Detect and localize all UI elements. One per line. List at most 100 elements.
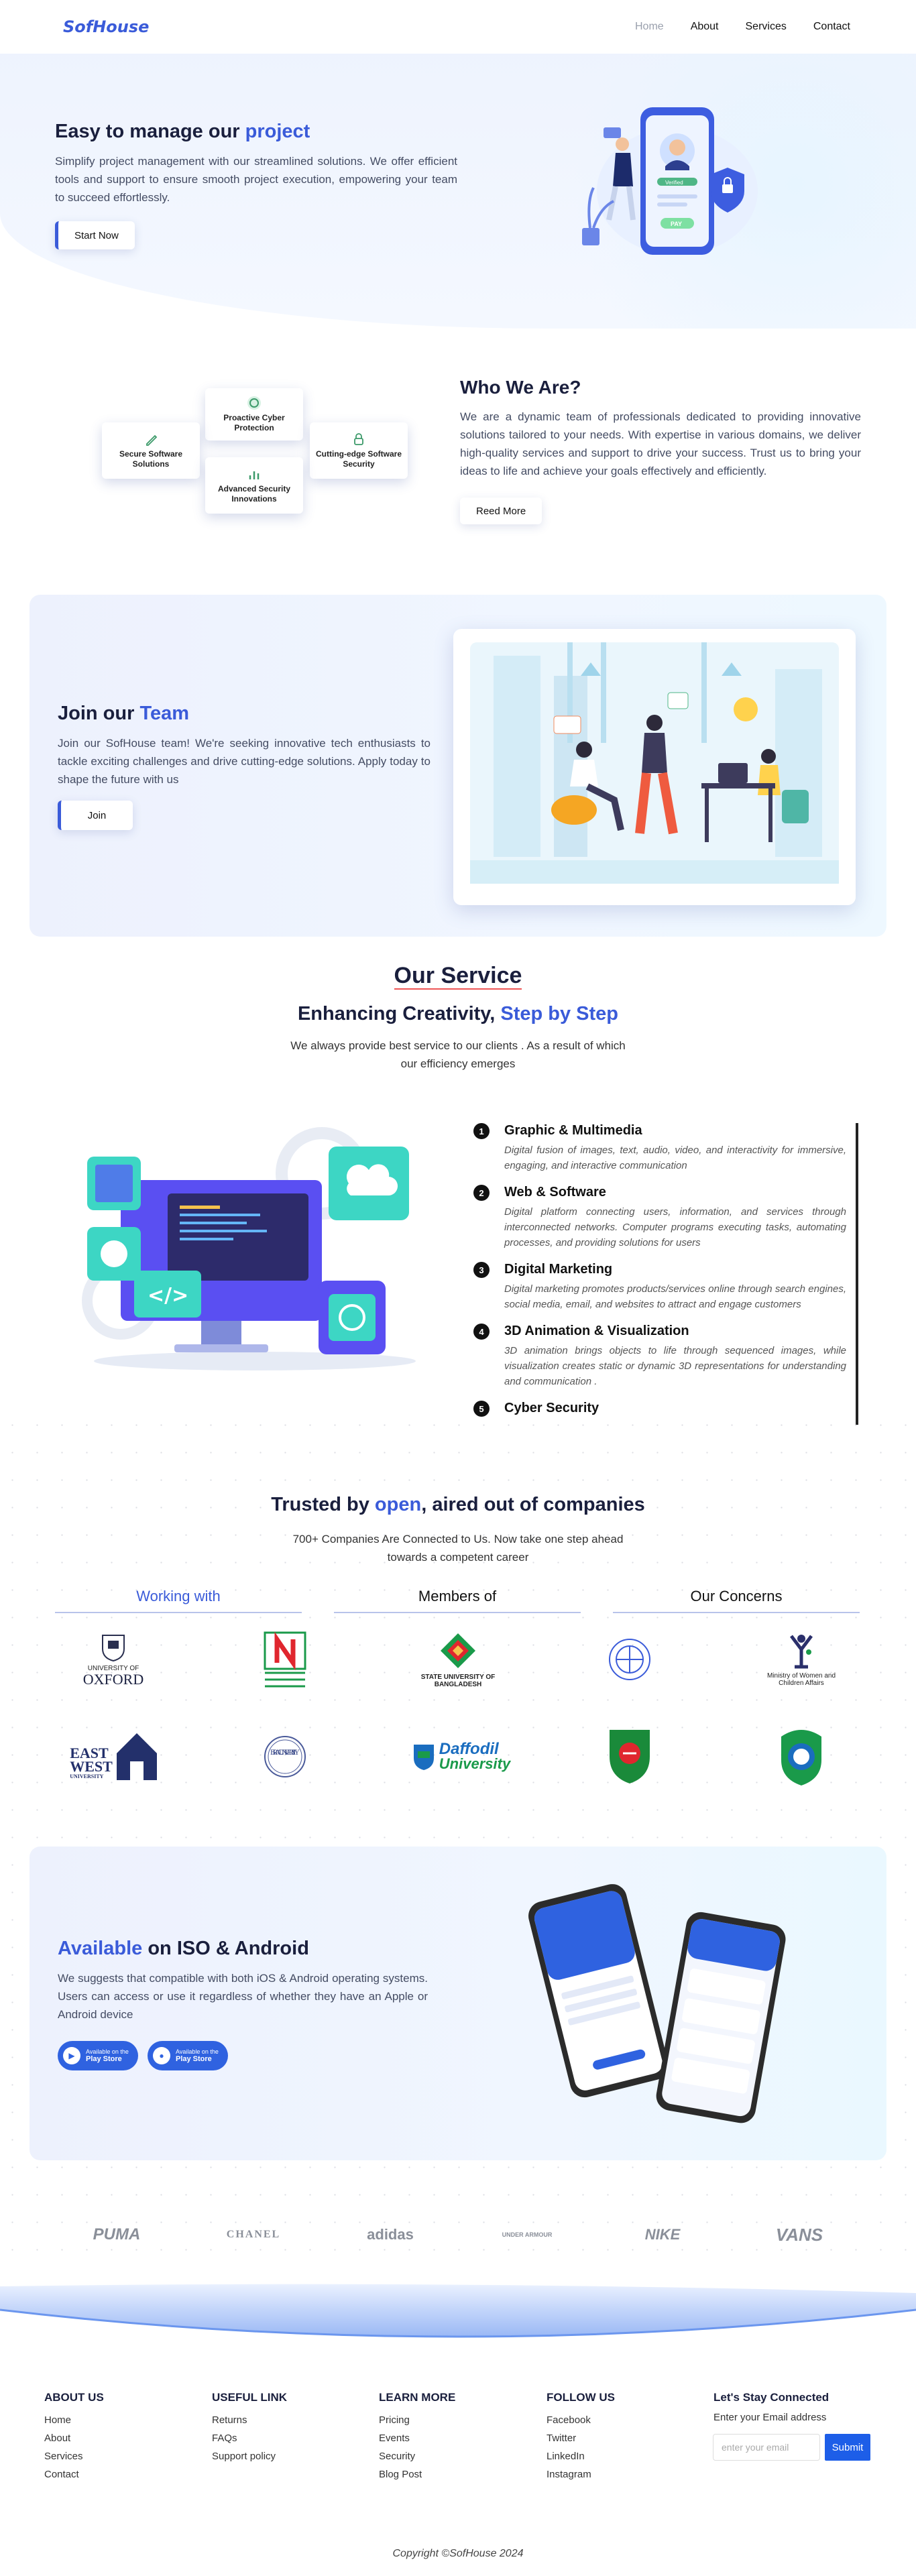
apple-icon: ● bbox=[153, 2047, 170, 2064]
services-list[interactable]: 1 Graphic & Multimedia Digital fusion of… bbox=[471, 1123, 858, 1425]
service-item-text: 3D animation brings objects to life thro… bbox=[504, 1345, 846, 1387]
store-big-label: Play Store bbox=[176, 2055, 212, 2063]
feature-card-cutting-edge: Cutting-edge Software Security bbox=[310, 422, 408, 479]
bar-chart-icon bbox=[249, 471, 260, 479]
navbar: SofHouse Home About Services Contact bbox=[0, 0, 916, 54]
blue-green-emblem-logo bbox=[758, 1723, 845, 1790]
brand-adidas: adidas bbox=[367, 2226, 414, 2243]
tab-our-concerns[interactable]: Our Concerns bbox=[613, 1588, 860, 1613]
daffodil-mark: Daffodil University bbox=[412, 1741, 510, 1771]
footer-col-title: ABOUT US bbox=[44, 2391, 104, 2404]
app-store-button[interactable]: ● Available on the Play Store bbox=[148, 2041, 228, 2070]
feature-label: Cutting-edge Software Security bbox=[316, 449, 402, 469]
who-we-are-text: Who We Are? We are a dynamic team of pro… bbox=[460, 377, 861, 480]
feature-label: Secure Software Solutions bbox=[119, 449, 183, 469]
nav-services-link[interactable]: Services bbox=[746, 21, 787, 33]
footer-link-about[interactable]: About bbox=[44, 2429, 104, 2447]
nav-menu: Home About Services Contact bbox=[635, 21, 850, 33]
footer-link-events[interactable]: Events bbox=[379, 2429, 455, 2447]
crest-logo bbox=[586, 1626, 673, 1693]
phone-pay-text: PAY bbox=[671, 221, 682, 227]
service-title: Our Service bbox=[0, 963, 916, 990]
service-subtitle: Enhancing Creativity, Step by Step bbox=[0, 1003, 916, 1025]
join-title-a: Join our bbox=[58, 703, 140, 724]
ornate-crest-icon bbox=[609, 1639, 650, 1680]
footer-link-instagram[interactable]: Instagram bbox=[547, 2465, 615, 2483]
nav-home-link[interactable]: Home bbox=[635, 21, 664, 33]
hero-title: Easy to manage our project bbox=[55, 121, 457, 143]
hero-title-highlight: project bbox=[245, 121, 310, 142]
service-item: 2 Web & Software Digital platform connec… bbox=[471, 1185, 856, 1250]
brac-logo: BRAC UNIVERSITY bbox=[241, 1723, 329, 1790]
service-item-title: 3D Animation & Visualization bbox=[504, 1324, 689, 1338]
brac-emblem-text: BRAC UNIVERSITY bbox=[270, 1747, 300, 1757]
tab-members-of[interactable]: Members of bbox=[334, 1588, 581, 1613]
brand-logo[interactable]: SofHouse bbox=[63, 17, 149, 36]
start-now-button[interactable]: Start Now bbox=[55, 221, 135, 249]
join-button[interactable]: Join bbox=[58, 801, 133, 830]
footer-link-contact[interactable]: Contact bbox=[44, 2465, 104, 2483]
app-title: Available on ISO & Android bbox=[58, 1938, 428, 1960]
footer-link-faqs[interactable]: FAQs bbox=[212, 2429, 287, 2447]
footer-link-home[interactable]: Home bbox=[44, 2411, 104, 2429]
trusted-title-a: Trusted by bbox=[271, 1494, 375, 1515]
trusted-description: 700+ Companies Are Connected to Us. Now … bbox=[292, 1533, 624, 1564]
ministry-name: Ministry of Women and Children Affairs bbox=[766, 1672, 836, 1687]
join-text: Join our Team Join our SofHouse team! We… bbox=[58, 703, 431, 788]
state-university-logo: STATE UNIVERSITY OF BANGLADESH bbox=[414, 1626, 502, 1693]
step-number: 1 bbox=[473, 1123, 490, 1139]
play-store-button[interactable]: ▶ Available on the Play Store bbox=[58, 2041, 138, 2070]
brand-nike: NIKE bbox=[644, 2226, 681, 2243]
join-description: Join our SofHouse team! We're seeking in… bbox=[58, 737, 431, 786]
footer-link-twitter[interactable]: Twitter bbox=[547, 2429, 615, 2447]
daffodil-wordmark: Daffodil University bbox=[439, 1741, 510, 1771]
play-icon: ▶ bbox=[63, 2047, 80, 2064]
service-item: 5 Cyber Security bbox=[471, 1401, 856, 1417]
brand-vans: VANS bbox=[775, 2224, 823, 2245]
submit-button[interactable]: Submit bbox=[825, 2434, 870, 2461]
nav-about-link[interactable]: About bbox=[691, 21, 719, 33]
step-number: 4 bbox=[473, 1324, 490, 1340]
who-title: Who We Are? bbox=[460, 377, 581, 398]
services-illustration: </> bbox=[82, 1127, 416, 1370]
footer-link-security[interactable]: Security bbox=[379, 2447, 455, 2465]
service-item: 3 Digital Marketing Digital marketing pr… bbox=[471, 1262, 856, 1312]
east-west-wordmark: EAST WEST UNIVERSITY bbox=[70, 1746, 113, 1780]
footer-link-facebook[interactable]: Facebook bbox=[547, 2411, 615, 2429]
read-more-button[interactable]: Reed More bbox=[460, 497, 542, 524]
hero-title-a: Easy to manage our bbox=[55, 121, 245, 142]
oxford-logo: UNIVERSITY OF OXFORD bbox=[70, 1626, 157, 1693]
daffodil-logo: Daffodil University bbox=[401, 1723, 522, 1790]
team-illustration bbox=[453, 629, 856, 905]
feature-card-proactive: Proactive Cyber Protection bbox=[205, 388, 303, 441]
footer-link-support-policy[interactable]: Support policy bbox=[212, 2447, 287, 2465]
east-west-building-icon bbox=[116, 1733, 157, 1780]
brand-puma: PUMA bbox=[93, 2225, 141, 2243]
join-title: Join our Team bbox=[58, 703, 431, 725]
email-input[interactable]: enter your email bbox=[713, 2434, 820, 2461]
footer-link-linkedin[interactable]: LinkedIn bbox=[547, 2447, 615, 2465]
footer-col-title: LEARN MORE bbox=[379, 2391, 456, 2404]
service-title-text: Our Service bbox=[394, 963, 522, 990]
footer-link-returns[interactable]: Returns bbox=[212, 2411, 287, 2429]
green-shield-icon bbox=[610, 1730, 650, 1783]
footer-link-pricing[interactable]: Pricing bbox=[379, 2411, 455, 2429]
footer-link-blog-post[interactable]: Blog Post bbox=[379, 2465, 455, 2483]
shield-check-icon bbox=[247, 396, 261, 410]
ministry-logo: Ministry of Women and Children Affairs bbox=[758, 1626, 845, 1693]
nav-contact-link[interactable]: Contact bbox=[813, 21, 850, 33]
blue-green-emblem-icon bbox=[781, 1730, 821, 1785]
footer-connect: Let's Stay Connected Enter your Email ad… bbox=[713, 2391, 829, 2424]
feature-card-secure: Secure Software Solutions bbox=[102, 422, 200, 479]
ministry-figure-icon bbox=[790, 1635, 813, 1669]
join-title-highlight: Team bbox=[139, 703, 190, 724]
footer-connect-text: Enter your Email address bbox=[713, 2412, 827, 2423]
service-item-title: Graphic & Multimedia bbox=[504, 1123, 642, 1138]
trusted-title-highlight: open bbox=[374, 1494, 422, 1515]
tab-working-with[interactable]: Working with bbox=[55, 1588, 302, 1613]
daffodil-shield-icon bbox=[413, 1745, 434, 1770]
trusted-title: Trusted by open, aired out of companies bbox=[0, 1494, 916, 1516]
app-title-b: on ISO & Android bbox=[142, 1938, 309, 1959]
footer-link-services[interactable]: Services bbox=[44, 2447, 104, 2465]
step-number: 2 bbox=[473, 1185, 490, 1201]
